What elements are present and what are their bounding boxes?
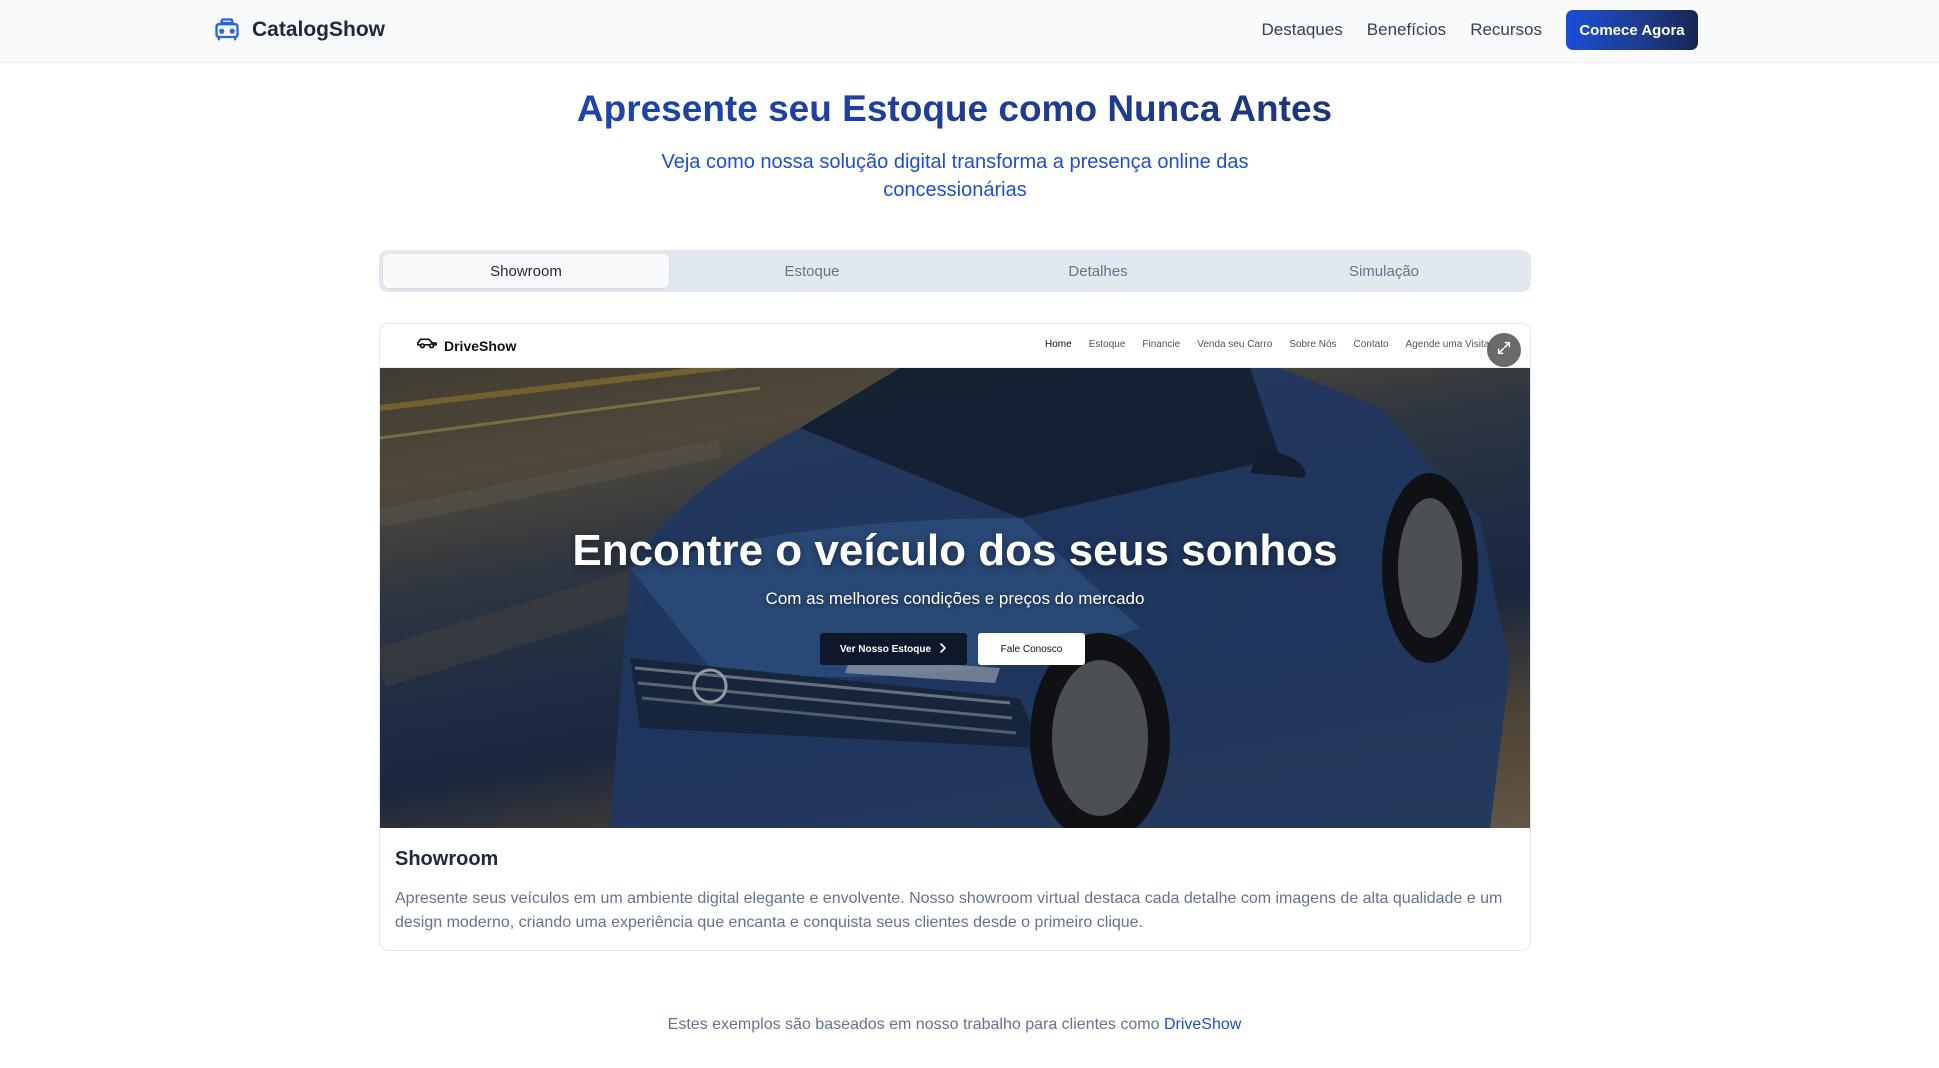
page-subtitle: Veja como nossa solução digital transfor…: [661, 151, 1249, 201]
tab-detalhes[interactable]: Detalhes: [955, 254, 1241, 288]
preview-hero-image: Encontre o veículo dos seus sonhos Com a…: [380, 368, 1530, 828]
preview-subheadline: Com as melhores condições e preços do me…: [765, 589, 1145, 608]
preview-site-nav: Home Estoque Financie Venda seu Carro So…: [1045, 339, 1506, 350]
preview-nav-home: Home: [1045, 339, 1072, 350]
page-title: Apresente seu Estoque como Nunca Antes: [0, 88, 1909, 130]
preview-nav-financie: Financie: [1142, 339, 1181, 350]
top-navbar: CatalogShow Destaques Benefícios Recurso…: [0, 0, 1939, 63]
tab-estoque[interactable]: Estoque: [669, 254, 955, 288]
client-note: Estes exemplos são baseados em nosso tra…: [0, 1016, 1909, 1034]
tab-simulacao[interactable]: Simulação: [1241, 254, 1527, 288]
preview-nav-estoque: Estoque: [1088, 339, 1126, 350]
car-front-icon: [212, 15, 242, 45]
preview-site-brand: DriveShow: [416, 336, 516, 355]
preview-site-navbar: DriveShow Home Estoque Financie Venda se…: [380, 324, 1530, 368]
nav-link-beneficios[interactable]: Benefícios: [1367, 20, 1446, 40]
showcase-tabs: Showroom Estoque Detalhes Simulação: [379, 250, 1531, 292]
view-inventory-label: Ver Nosso Estoque: [839, 643, 932, 655]
expand-button[interactable]: [1487, 333, 1521, 367]
preview-headline: Encontre o veículo dos seus sonhos: [572, 526, 1338, 575]
preview-site-brand-name: DriveShow: [444, 337, 517, 354]
card-description: Apresente seus veículos em um ambiente d…: [395, 890, 1503, 931]
client-note-text: Estes exemplos são baseados em nosso tra…: [667, 1016, 1160, 1033]
preview-nav-agende: Agende uma Visita: [1405, 339, 1490, 350]
nav-link-recursos[interactable]: Recursos: [1470, 20, 1542, 40]
preview-nav-sobre: Sobre Nós: [1289, 339, 1337, 350]
card-title: Showroom: [395, 848, 499, 870]
main-nav: Destaques Benefícios Recursos Comece Ago…: [1262, 10, 1698, 50]
get-started-button[interactable]: Comece Agora: [1566, 10, 1698, 50]
preview-card: DriveShow Home Estoque Financie Venda se…: [379, 323, 1531, 951]
tab-showroom[interactable]: Showroom: [383, 254, 669, 288]
chevron-right-icon: [939, 642, 947, 656]
car-side-icon: [416, 336, 438, 355]
contact-us-button[interactable]: Fale Conosco: [978, 633, 1085, 665]
nav-link-destaques[interactable]: Destaques: [1262, 20, 1343, 40]
preview-nav-venda: Venda seu Carro: [1197, 339, 1273, 350]
brand[interactable]: CatalogShow: [212, 14, 385, 46]
expand-icon: [1496, 340, 1512, 361]
client-link-driveshow[interactable]: DriveShow: [1164, 1016, 1241, 1033]
brand-name: CatalogShow: [252, 18, 386, 41]
preview-hero-actions: Ver Nosso Estoque Fale Conosco: [820, 633, 1085, 665]
view-inventory-button[interactable]: Ver Nosso Estoque: [820, 633, 967, 665]
preview-nav-contato: Contato: [1353, 339, 1389, 350]
